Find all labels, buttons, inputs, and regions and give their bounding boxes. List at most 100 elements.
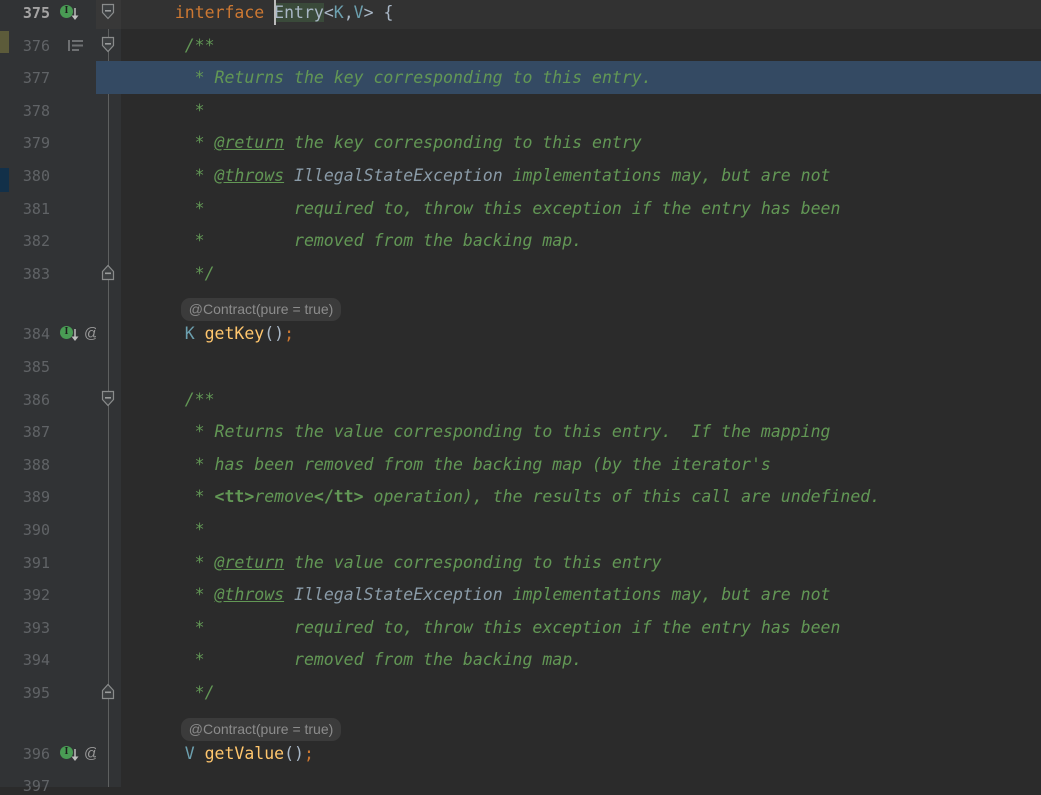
code-text-area[interactable]: interface Entry<K,V> { /** * Returns the k… (121, 0, 1041, 787)
code-line[interactable]: * (121, 521, 1041, 539)
implemented-by-arrow-icon (71, 747, 80, 766)
code-token: ; (284, 324, 295, 344)
code-token: * (194, 166, 215, 185)
code-token: * (194, 133, 215, 153)
code-token: implementations may, but are not (502, 166, 831, 185)
code-token: * removed from the backing map. (194, 650, 583, 670)
code-token: getValue (204, 743, 285, 763)
interface-implemented-icon[interactable]: I (60, 326, 79, 342)
code-token: @throws (214, 585, 285, 605)
line-number: 376 (22, 36, 50, 55)
code-token: < (323, 3, 334, 22)
warning-mark[interactable] (0, 31, 9, 53)
code-line[interactable]: * required to, throw this exception if t… (121, 617, 1041, 637)
fold-collapse-marker-icon[interactable] (100, 36, 116, 57)
fold-collapse-marker-icon[interactable] (100, 3, 116, 24)
code-token: remove (254, 487, 314, 507)
code-line[interactable]: * @return the value corresponding to thi… (121, 552, 1041, 572)
code-line[interactable]: K getKey(); (121, 325, 1041, 343)
line-number: 396 (22, 744, 50, 763)
code-token: , (343, 3, 354, 22)
line-number-gutter[interactable]: 375 376 377 378 379 380 381 382 383 384 385 386 387 3… (9, 0, 56, 794)
contract-inlay-hint[interactable]: @Contract(pure = true) (180, 717, 342, 741)
fold-end-marker-icon[interactable] (100, 264, 116, 285)
line-number: 388 (22, 455, 50, 474)
code-line[interactable]: V getValue(); (121, 743, 1041, 763)
line-number: 386 (22, 390, 50, 409)
code-line[interactable]: */ (121, 264, 1041, 283)
code-editor[interactable]: 375 376 377 378 379 380 381 382 383 384 385 386 387 3… (0, 0, 1041, 794)
contract-inlay-hint[interactable]: @Contract(pure = true) (180, 298, 342, 322)
code-token: * has been removed from the backing map … (194, 454, 771, 474)
code-line[interactable]: interface Entry<K,V> { (121, 3, 1041, 22)
implemented-by-arrow-icon (71, 327, 80, 346)
code-line[interactable]: * removed from the backing map. (121, 232, 1041, 250)
line-number: 387 (22, 423, 50, 442)
code-token: * required to, throw this exception if t… (194, 617, 841, 637)
code-token: ; (303, 743, 314, 763)
code-token: <tt> (214, 487, 255, 507)
code-token: IllegalStateException (294, 585, 503, 605)
implemented-by-arrow-icon (71, 6, 80, 25)
code-line[interactable]: * @return the key corresponding to this … (121, 134, 1041, 152)
code-token: the value corresponding to this entry (284, 552, 662, 572)
code-token: * (194, 100, 205, 120)
code-token: IllegalStateException (294, 166, 503, 185)
code-folding-gutter[interactable] (96, 0, 121, 787)
code-line[interactable]: * required to, throw this exception if t… (121, 198, 1041, 218)
gutter-icon-column[interactable]: I I @ I @ (56, 0, 99, 787)
javadoc-icon[interactable] (68, 38, 84, 57)
code-token: interface (174, 3, 265, 22)
code-token: () (264, 324, 285, 344)
code-token: @throws (214, 166, 285, 185)
line-number: 390 (22, 521, 50, 539)
fold-end-marker-icon[interactable] (100, 683, 116, 704)
line-number: 393 (22, 618, 50, 637)
interface-implemented-icon[interactable]: I (60, 745, 79, 761)
code-token: * Returns the value corresponding to thi… (194, 422, 831, 442)
line-number: 379 (22, 134, 50, 153)
code-line[interactable]: * Returns the value corresponding to thi… (121, 423, 1041, 441)
code-token: K (333, 3, 344, 22)
code-line[interactable]: */ (121, 684, 1041, 702)
code-token: implementations may, but are not (502, 585, 831, 605)
code-token: /** (184, 35, 215, 55)
code-line[interactable]: * has been removed from the backing map … (121, 454, 1041, 474)
line-number: 391 (22, 553, 50, 572)
code-token: * Returns the key corresponding to this … (194, 68, 652, 88)
line-number: 381 (22, 199, 50, 218)
line-number: 378 (22, 101, 50, 120)
line-number: 389 (22, 488, 50, 507)
line-number: 392 (22, 586, 50, 605)
code-token: * (194, 520, 205, 539)
code-line[interactable]: /** (121, 390, 1041, 409)
line-number: 384 (22, 325, 50, 344)
interface-implemented-icon[interactable]: I (60, 5, 79, 20)
line-number: 380 (22, 167, 50, 185)
info-mark[interactable] (0, 168, 9, 192)
code-line[interactable]: * <tt>remove</tt> operation), the result… (121, 488, 1041, 506)
code-line[interactable]: * Returns the key corresponding to this … (121, 69, 1041, 87)
highlighted-identifier: Entry (274, 3, 324, 22)
line-number: 377 (22, 69, 50, 88)
code-token: > { (363, 3, 394, 22)
code-line[interactable]: * removed from the backing map. (121, 651, 1041, 669)
code-line[interactable]: /** (121, 35, 1041, 55)
code-line[interactable]: * @throws IllegalStateException implemen… (121, 586, 1041, 604)
code-token: * (194, 487, 215, 507)
code-token: @return (214, 133, 285, 153)
fold-collapse-marker-icon[interactable] (100, 390, 116, 411)
code-token: () (284, 743, 304, 763)
code-token: * required to, throw this exception if t… (194, 198, 841, 218)
gutter-row-highlight (96, 61, 121, 94)
code-line[interactable]: * (121, 100, 1041, 120)
line-number: 394 (22, 651, 50, 670)
code-line[interactable]: * @throws IllegalStateException implemen… (121, 167, 1041, 185)
line-number: 383 (22, 264, 50, 283)
error-stripe-strip[interactable] (0, 0, 9, 787)
line-number: 385 (22, 358, 50, 376)
